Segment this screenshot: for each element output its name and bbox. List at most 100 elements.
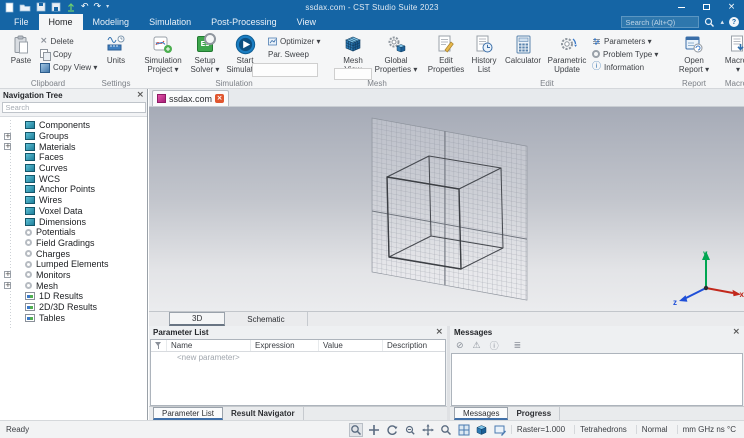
status-mesh-type[interactable]: Tetrahedrons — [574, 425, 632, 434]
tab-home[interactable]: Home — [38, 14, 83, 30]
collapse-ribbon-icon[interactable]: ▴ — [720, 18, 724, 26]
3d-viewport[interactable]: y x z — [149, 107, 744, 311]
redo-icon[interactable]: ↷ — [94, 2, 102, 12]
search-input[interactable] — [621, 16, 700, 28]
tree-item-wcs[interactable]: WCS — [0, 173, 147, 184]
pan-tool-icon[interactable] — [421, 423, 435, 437]
tree-item-potentials[interactable]: Potentials — [0, 227, 147, 238]
expand-icon[interactable]: + — [4, 282, 11, 290]
copy-messages-icon[interactable]: ≣ — [514, 341, 522, 351]
tab-simulation[interactable]: Simulation — [139, 14, 201, 30]
search-icon[interactable] — [704, 17, 715, 28]
raster-settings-icon[interactable] — [493, 423, 507, 437]
document-tab[interactable]: ssdax.com × — [152, 90, 230, 106]
parametric-update-button[interactable]: Parametric Update — [544, 32, 590, 77]
new-file-icon[interactable] — [5, 2, 14, 13]
tree-item-wires[interactable]: Wires — [0, 195, 147, 206]
components-icon — [25, 121, 35, 130]
tab-progress[interactable]: Progress — [508, 407, 561, 420]
filter-info-icon[interactable]: ⓘ — [490, 339, 499, 352]
status-view-mode[interactable]: Normal — [635, 425, 673, 434]
tab-messages[interactable]: Messages — [454, 407, 509, 420]
view-options-icon[interactable] — [475, 423, 489, 437]
column-header-name[interactable]: Name — [167, 340, 251, 351]
simulation-project-button[interactable]: Simulation Project ▾ — [140, 32, 186, 77]
filter-errors-icon[interactable]: ⊘ — [456, 341, 464, 351]
global-properties-button[interactable]: Global Properties ▾ — [372, 32, 420, 77]
tree-item-voxel-data[interactable]: Voxel Data — [0, 206, 147, 217]
expand-icon[interactable]: + — [4, 132, 11, 140]
close-messages-icon[interactable]: × — [732, 328, 740, 337]
paste-button[interactable]: Paste — [4, 32, 38, 77]
copy-button[interactable]: Copy — [38, 48, 92, 61]
filter-warnings-icon[interactable]: ⚠ — [473, 341, 481, 351]
tree-item-1d-results[interactable]: 1D Results — [0, 291, 147, 302]
calculator-button[interactable]: Calculator — [502, 32, 544, 77]
tab-file[interactable]: File — [4, 14, 39, 30]
optimizer-button[interactable]: Optimizer ▾ — [266, 35, 328, 47]
tree-item-2d3d-results[interactable]: 2D/3D Results — [0, 302, 147, 313]
minimize-button[interactable] — [669, 0, 694, 14]
undo-icon[interactable]: ↶ — [81, 2, 89, 12]
edit-properties-button[interactable]: Edit Properties — [426, 32, 466, 77]
delete-button[interactable]: × Delete — [38, 35, 92, 47]
tree-item-tables[interactable]: Tables — [0, 312, 147, 323]
tree-item-anchor-points[interactable]: Anchor Points — [0, 184, 147, 195]
maximize-button[interactable] — [694, 0, 719, 14]
tree-item-charges[interactable]: Charges — [0, 248, 147, 259]
tree-item-monitors[interactable]: + Monitors — [0, 270, 147, 281]
status-units[interactable]: mm GHz ns °C — [676, 425, 741, 434]
setup-solver-button[interactable]: Es Setup Solver ▾ — [186, 32, 224, 77]
tree-item-lumped-elements[interactable]: Lumped Elements — [0, 259, 147, 270]
move-tool-icon[interactable] — [367, 423, 381, 437]
parameters-button[interactable]: Parameters ▾ — [590, 35, 668, 47]
close-document-icon[interactable]: × — [215, 94, 225, 103]
tab-post-processing[interactable]: Post-Processing — [201, 14, 287, 30]
tree-item-field-gradings[interactable]: Field Gradings — [0, 238, 147, 249]
problem-type-button[interactable]: Problem Type ▾ — [590, 48, 668, 60]
save-icon[interactable] — [36, 2, 46, 12]
tab-result-navigator[interactable]: Result Navigator — [223, 407, 304, 420]
save-all-icon[interactable] — [51, 2, 61, 12]
tree-item-faces[interactable]: Faces — [0, 152, 147, 163]
open-icon[interactable] — [19, 2, 31, 12]
filter-column-header[interactable] — [151, 340, 167, 351]
expand-icon[interactable]: + — [4, 271, 11, 279]
tab-modeling[interactable]: Modeling — [83, 14, 140, 30]
tree-item-components[interactable]: Components — [0, 120, 147, 131]
expand-icon[interactable]: + — [4, 143, 11, 151]
tile-windows-icon[interactable] — [457, 423, 471, 437]
help-icon[interactable]: ? — [729, 17, 739, 27]
tree-item-curves[interactable]: Curves — [0, 163, 147, 174]
rotate-tool-icon[interactable] — [385, 423, 399, 437]
column-header-expression[interactable]: Expression — [251, 340, 319, 351]
tab-view[interactable]: View — [287, 14, 326, 30]
copy-view-button[interactable]: Copy View ▾ — [38, 61, 97, 73]
new-parameter-row[interactable]: <new parameter> — [151, 352, 445, 363]
macros-button[interactable]: Macros ▾ — [720, 32, 744, 77]
tab-schematic[interactable]: Schematic — [225, 312, 308, 326]
tree-item-materials[interactable]: + Materials — [0, 141, 147, 152]
tree-item-groups[interactable]: + Groups — [0, 131, 147, 142]
publish-icon[interactable] — [66, 2, 76, 12]
customize-quick-access-icon[interactable]: ▾ — [106, 4, 109, 10]
open-report-button[interactable]: Open Report ▾ — [674, 32, 714, 77]
tree-item-dimensions[interactable]: Dimensions — [0, 216, 147, 227]
tree-search-input[interactable] — [1, 102, 146, 113]
information-button[interactable]: ⓘ Information — [590, 61, 668, 73]
close-navigation-tree-icon[interactable]: × — [136, 91, 144, 100]
close-parameter-list-icon[interactable]: × — [435, 328, 443, 337]
status-raster[interactable]: Raster=1.000 — [510, 425, 570, 434]
column-header-description[interactable]: Description — [383, 340, 445, 351]
tree-item-mesh[interactable]: + Mesh — [0, 280, 147, 291]
column-header-value[interactable]: Value — [319, 340, 383, 351]
tab-3d[interactable]: 3D — [169, 312, 226, 326]
history-list-button[interactable]: History List — [466, 32, 502, 77]
tab-parameter-list[interactable]: Parameter List — [153, 407, 224, 420]
units-button[interactable]: Units — [98, 32, 134, 77]
dynamic-zoom-icon[interactable] — [403, 423, 417, 437]
par-sweep-button[interactable]: Par. Sweep — [266, 48, 328, 60]
zoom-extents-icon[interactable] — [439, 423, 453, 437]
close-button[interactable]: × — [719, 0, 744, 14]
select-tool-icon[interactable] — [348, 422, 363, 437]
